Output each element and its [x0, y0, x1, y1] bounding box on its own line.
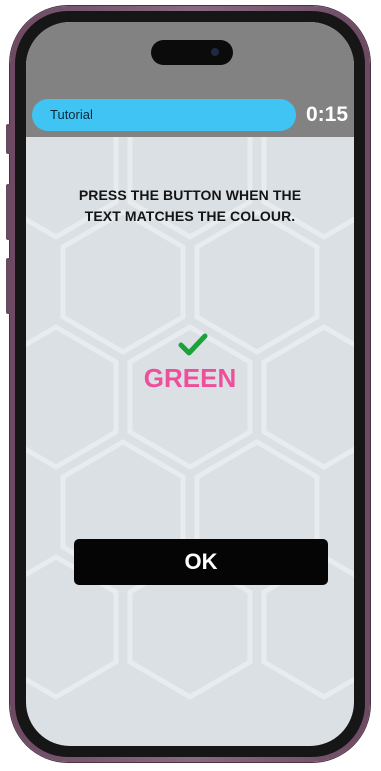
- game-screen: Tutorial 0:15 PRESS THE BUTTON WHEN THE …: [26, 22, 354, 746]
- phone-frame: Tutorial 0:15 PRESS THE BUTTON WHEN THE …: [6, 6, 370, 762]
- tutorial-label: Tutorial: [50, 107, 93, 122]
- ok-button[interactable]: OK: [74, 539, 328, 585]
- action-button: [6, 124, 12, 154]
- volume-up-button: [6, 184, 12, 240]
- status-area: Tutorial 0:15: [26, 22, 354, 137]
- instruction-line: PRESS THE BUTTON WHEN THE: [78, 187, 302, 203]
- checkmark-icon: [178, 333, 208, 356]
- volume-down-button: [6, 258, 12, 314]
- tutorial-badge: Tutorial: [32, 99, 296, 131]
- color-word: GREEN: [143, 363, 237, 393]
- phone-bezel: Tutorial 0:15 PRESS THE BUTTON WHEN THE …: [15, 11, 365, 757]
- instruction-line: TEXT MATCHES THE COLOUR.: [84, 208, 296, 224]
- camera-icon: [211, 48, 219, 56]
- hexagon-background-pattern: [26, 137, 354, 700]
- dynamic-island: [151, 40, 233, 65]
- countdown-timer: 0:15: [305, 103, 348, 126]
- instruction-text: PRESS THE BUTTON WHEN THE TEXT MATCHES T…: [40, 185, 340, 227]
